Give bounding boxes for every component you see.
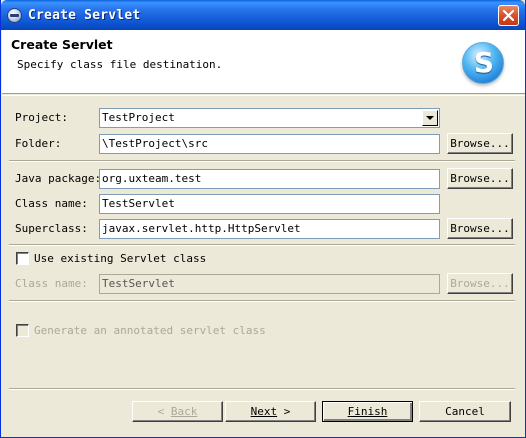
class-name-field[interactable]: TestServlet	[99, 194, 440, 214]
finish-button[interactable]: Finish	[322, 401, 413, 422]
folder-field[interactable]: \TestProject\src	[99, 134, 440, 154]
project-combo[interactable]: TestProject	[99, 108, 440, 128]
next-button[interactable]: Next >	[225, 401, 316, 422]
use-existing-checkbox[interactable]	[16, 252, 29, 265]
back-button: < Back	[132, 401, 223, 422]
create-servlet-dialog: Create Servlet Create Servlet Specify cl…	[0, 0, 526, 438]
window-title: Create Servlet	[28, 8, 141, 23]
existing-class-name-field: TestServlet	[99, 274, 440, 294]
next-suffix: >	[277, 405, 291, 418]
folder-label: Folder:	[15, 137, 62, 150]
logo-letter: S	[473, 46, 495, 79]
generate-annotated-checkbox	[16, 324, 29, 337]
banner-description: Specify class file destination.	[17, 58, 223, 71]
java-package-label: Java package:	[15, 172, 102, 185]
superclass-browse-button[interactable]: Browse...	[447, 218, 513, 239]
close-icon	[503, 10, 514, 21]
java-package-browse-button[interactable]: Browse...	[447, 168, 513, 189]
close-button[interactable]	[498, 5, 519, 26]
superclass-label: Superclass:	[15, 222, 88, 235]
separator-2	[9, 244, 515, 246]
finish-label: Finish	[347, 405, 388, 418]
separator-3	[9, 300, 515, 302]
project-label: Project:	[15, 111, 68, 124]
folder-browse-button[interactable]: Browse...	[447, 133, 513, 154]
use-existing-label[interactable]: Use existing Servlet class	[34, 252, 206, 265]
chevron-down-icon[interactable]	[422, 110, 438, 126]
separator-1	[9, 160, 515, 162]
class-name-label: Class name:	[15, 197, 88, 210]
project-combo-value: TestProject	[102, 111, 175, 124]
header-banner: Create Servlet Specify class file destin…	[2, 30, 525, 94]
title-bar[interactable]: Create Servlet	[1, 0, 525, 30]
servlet-logo-icon: S	[462, 42, 504, 84]
banner-title: Create Servlet	[11, 37, 113, 52]
next-label: Next	[250, 405, 278, 418]
java-package-field[interactable]: org.uxteam.test	[99, 169, 440, 189]
superclass-field[interactable]: javax.servlet.http.HttpServlet	[99, 219, 440, 239]
generate-annotated-label: Generate an annotated servlet class	[34, 324, 266, 337]
footer-separator	[9, 388, 515, 390]
back-prefix: <	[157, 405, 171, 418]
banner-separator	[2, 95, 525, 96]
existing-class-name-label: Class name:	[15, 277, 88, 290]
cancel-button[interactable]: Cancel	[419, 401, 511, 422]
back-label: Back	[170, 405, 198, 418]
eclipse-icon	[7, 8, 22, 23]
existing-class-browse-button: Browse...	[447, 273, 513, 294]
